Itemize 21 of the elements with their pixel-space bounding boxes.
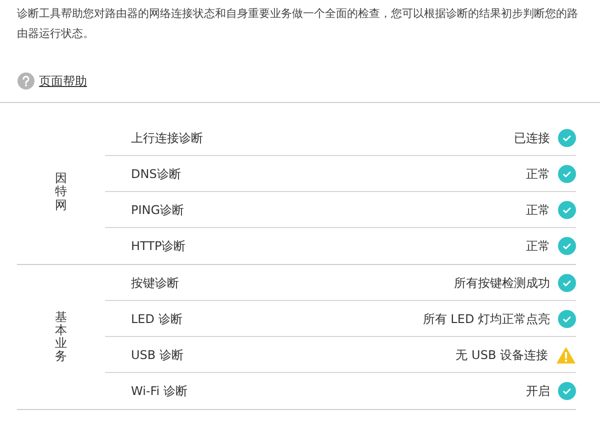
help-icon[interactable] <box>17 72 35 90</box>
diagnostic-name: USB 诊断 <box>131 346 184 364</box>
diagnostic-result: 正常 <box>526 238 550 255</box>
diagnostic-result: 开启 <box>526 383 550 400</box>
group-label: 因特网 <box>55 172 67 212</box>
diagnostic-result: 无 USB 设备连接 <box>456 346 548 364</box>
diagnostic-name: 上行连接诊断 <box>131 130 204 146</box>
diagnostic-name: LED 诊断 <box>131 310 184 328</box>
diagnostic-result: 所有按键检测成功 <box>454 274 550 292</box>
help-link[interactable]: 页面帮助 <box>39 72 87 90</box>
diagnostic-name: 按键诊断 <box>131 274 180 292</box>
diagnostic-result: 已连接 <box>514 130 550 146</box>
diagnostic-name: DNS诊断 <box>131 166 182 182</box>
diagnostic-name: PING诊断 <box>131 202 186 218</box>
intro-text: 诊断工具帮助您对路由器的网络连接状态和自身重要业务做一个全面的检查，您可以根据诊断的结果初步判断您的路由器运行状态。 <box>16 6 579 42</box>
diagnostic-result: 正常 <box>526 202 550 218</box>
diagnostic-result: 所有 LED 灯均正常点亮 <box>422 310 550 328</box>
group-label: 基本业务 <box>55 310 67 364</box>
diagnostic-name: HTTP诊断 <box>131 238 187 255</box>
diagnostic-name: Wi-Fi 诊断 <box>131 383 188 400</box>
diagnostic-result: 正常 <box>526 166 550 182</box>
